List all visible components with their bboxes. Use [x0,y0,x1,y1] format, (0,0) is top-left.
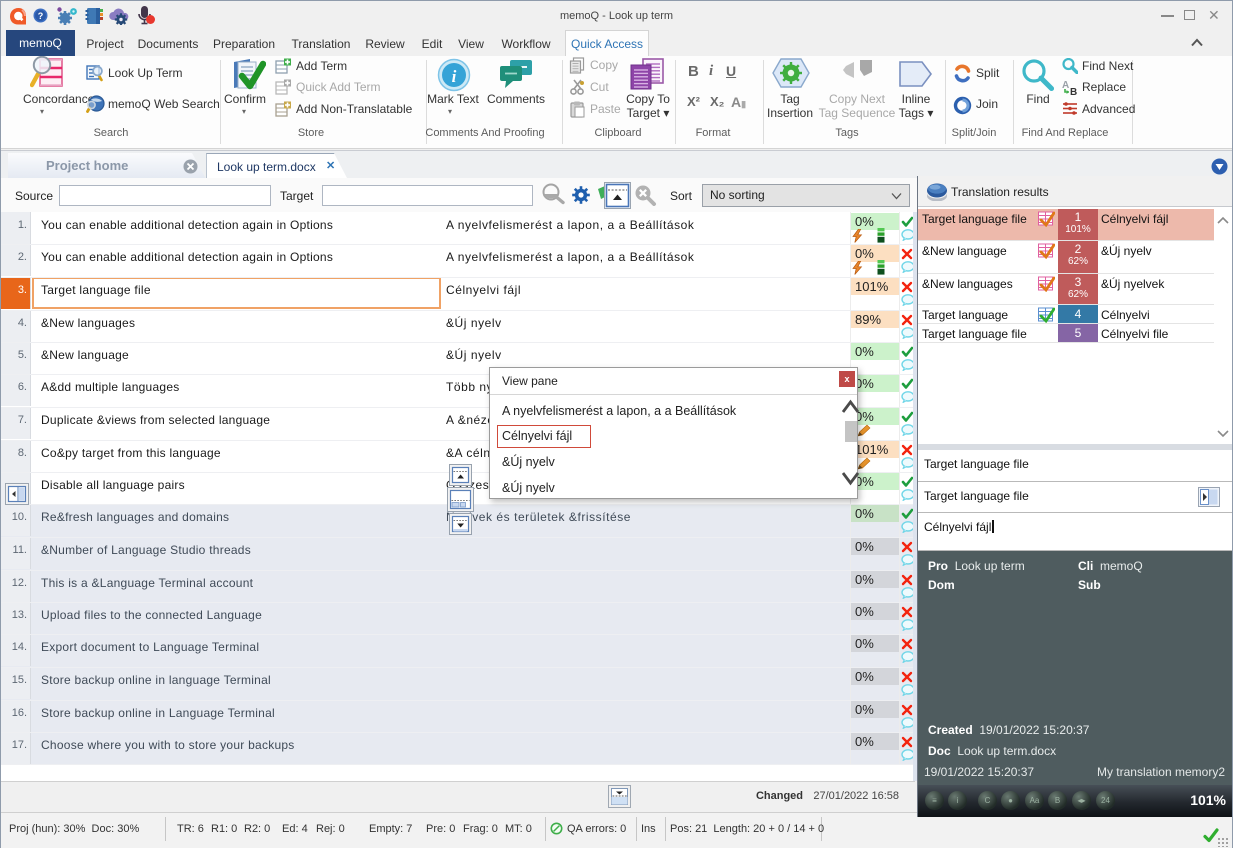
svg-text:?: ? [38,11,44,21]
svg-text:i: i [452,67,457,86]
svg-text:B: B [1070,87,1077,95]
